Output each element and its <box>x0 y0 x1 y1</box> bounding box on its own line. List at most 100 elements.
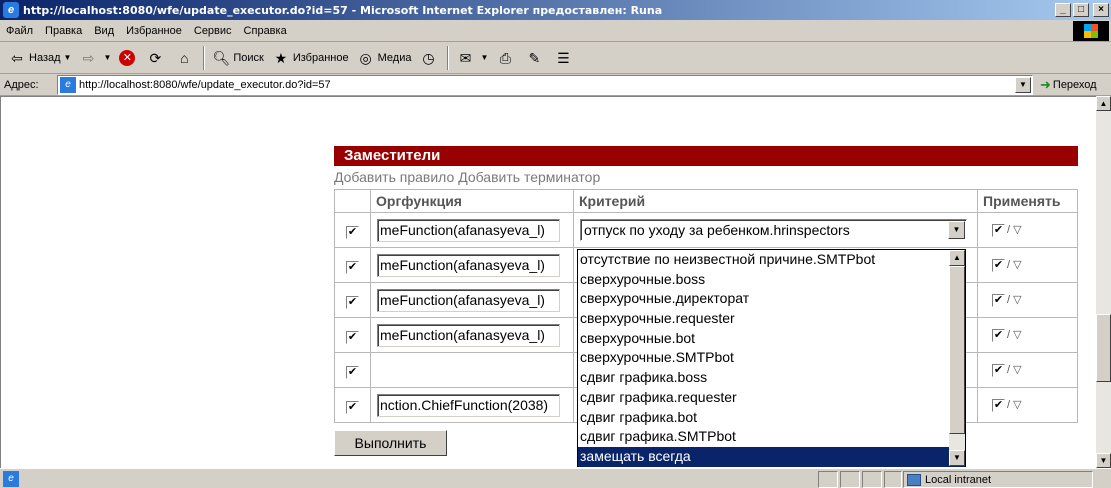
chevron-down-icon[interactable]: ▼ <box>64 53 72 62</box>
security-zone: Local intranet <box>903 471 1093 488</box>
go-label: Переход <box>1052 79 1097 91</box>
page-scrollbar[interactable]: ▲ ▼ <box>1096 96 1111 468</box>
mail-icon: ✉ <box>459 49 472 66</box>
minimize-button[interactable]: _ <box>1055 3 1071 17</box>
mail-button[interactable]: ✉ ▼ <box>452 45 492 71</box>
close-button[interactable]: × <box>1093 3 1109 17</box>
apply-mark: / ▽ <box>1007 294 1022 306</box>
menu-view[interactable]: Вид <box>88 25 120 37</box>
address-input[interactable]: e http://localhost:8080/wfe/update_execu… <box>57 75 1033 95</box>
toolbar: ⇦ Назад ▼ ⇨ ▼ ✕ ⟳ ⌂ 🔍︎ Поиск ★ Избранное… <box>0 42 1111 74</box>
page-status-icon: e <box>3 470 19 487</box>
favorites-label: Избранное <box>292 51 349 64</box>
chevron-down-icon[interactable]: ▼ <box>103 53 111 62</box>
print-button[interactable]: ⎙ <box>492 45 521 71</box>
chevron-down-icon[interactable]: ▼ <box>948 221 965 239</box>
orgfunction-field[interactable]: meFunction(afanasyeva_l) <box>377 288 560 312</box>
add-terminator-link[interactable]: Добавить терминатор <box>458 169 600 185</box>
address-dropdown-icon[interactable]: ▼ <box>1015 77 1031 93</box>
dropdown-option[interactable]: сдвиг графика.boss <box>578 368 965 388</box>
apply-checkbox[interactable]: ✔ <box>992 259 1005 272</box>
table-row: ✔ meFunction(afanasyeva_l) отпуск по ухо… <box>334 212 1078 248</box>
orgfunction-field[interactable]: meFunction(afanasyeva_l) <box>377 323 560 347</box>
forward-arrow-icon: ⇨ <box>82 49 95 66</box>
dropdown-option[interactable]: сверхурочные.директорат <box>578 289 965 309</box>
scroll-down-icon[interactable]: ▼ <box>949 450 965 466</box>
scroll-up-icon[interactable]: ▲ <box>949 250 965 266</box>
ie-icon: e <box>3 2 19 18</box>
dropdown-option[interactable]: сдвиг графика.requester <box>578 388 965 408</box>
row-checkbox[interactable]: ✔ <box>346 295 359 309</box>
media-label: Медиа <box>377 51 412 64</box>
windows-logo-icon <box>1073 21 1109 41</box>
row-checkbox[interactable]: ✔ <box>346 400 359 414</box>
dropdown-option[interactable]: сверхурочные.boss <box>578 270 965 290</box>
apply-checkbox[interactable]: ✔ <box>992 399 1005 412</box>
apply-mark: / ▽ <box>1007 224 1022 236</box>
history-icon: ◷ <box>422 49 435 66</box>
dropdown-option[interactable]: сдвиг графика.bot <box>578 408 965 428</box>
row-checkbox[interactable]: ✔ <box>346 225 359 239</box>
discuss-button[interactable]: ☰ <box>550 45 579 71</box>
dropdown-scrollbar[interactable]: ▲ ▼ <box>949 250 965 466</box>
status-panel <box>818 471 838 488</box>
menu-edit[interactable]: Правка <box>39 25 88 37</box>
row-checkbox[interactable]: ✔ <box>346 365 359 379</box>
edit-button[interactable]: ✎ <box>521 45 550 71</box>
criterion-dropdown-list[interactable]: отсутствие по неизвестной причине.SMTPbo… <box>577 249 966 467</box>
go-arrow-icon: ➜ <box>1040 77 1051 92</box>
stop-button[interactable]: ✕ <box>115 45 142 71</box>
menu-favorites[interactable]: Избранное <box>120 25 188 37</box>
apply-mark: / ▽ <box>1007 259 1022 271</box>
dropdown-option[interactable]: сверхурочные.requester <box>578 309 965 329</box>
action-links: Добавить правило Добавить терминатор <box>334 169 600 185</box>
go-button[interactable]: ➜ Переход <box>1040 77 1097 93</box>
row-checkbox[interactable]: ✔ <box>346 260 359 274</box>
menu-file[interactable]: Файл <box>0 25 39 37</box>
refresh-button[interactable]: ⟳ <box>142 45 171 71</box>
favorites-button[interactable]: ★ Избранное <box>268 45 353 71</box>
status-panel <box>862 471 882 488</box>
apply-mark: / ▽ <box>1007 329 1022 341</box>
dropdown-option[interactable]: сверхурочные.bot <box>578 329 965 349</box>
refresh-icon: ⟳ <box>149 49 162 66</box>
menu-help[interactable]: Справка <box>238 25 293 37</box>
submit-button[interactable]: Выполнить <box>334 430 447 456</box>
dropdown-scroll-thumb[interactable] <box>949 266 965 434</box>
apply-checkbox[interactable]: ✔ <box>992 294 1005 307</box>
orgfunction-field[interactable]: nction.ChiefFunction(2038) <box>377 393 560 417</box>
apply-checkbox[interactable]: ✔ <box>992 364 1005 377</box>
orgfunction-field[interactable]: meFunction(afanasyeva_l) <box>377 218 560 242</box>
scroll-down-icon[interactable]: ▼ <box>1096 453 1111 468</box>
window-title: http://localhost:8080/wfe/update_executo… <box>23 3 663 17</box>
dropdown-option-highlighted[interactable]: замещать всегда <box>578 446 965 467</box>
column-header-criterion: Критерий <box>573 189 978 213</box>
edit-icon: ✎ <box>528 49 541 66</box>
apply-checkbox[interactable]: ✔ <box>992 224 1005 237</box>
stop-icon: ✕ <box>119 49 136 66</box>
forward-button[interactable]: ⇨ ▼ <box>75 45 115 71</box>
menu-tools[interactable]: Сервис <box>188 25 238 37</box>
orgfunction-field[interactable]: meFunction(afanasyeva_l) <box>377 253 560 277</box>
criterion-select[interactable]: отпуск по уходу за ребенком.hrinspectors… <box>580 219 967 241</box>
dropdown-option[interactable]: сдвиг графика.SMTPbot <box>578 427 965 447</box>
dropdown-option[interactable]: сверхурочные.SMTPbot <box>578 348 965 368</box>
dropdown-option[interactable]: отсутствие по неизвестной причине.SMTPbo… <box>578 250 965 270</box>
chevron-down-icon[interactable]: ▼ <box>480 53 488 62</box>
history-button[interactable]: ◷ <box>415 45 444 71</box>
page-content: Заместители Добавить правило Добавить те… <box>0 96 1096 468</box>
row-checkbox[interactable]: ✔ <box>346 330 359 344</box>
page-scroll-thumb[interactable] <box>1096 314 1111 382</box>
home-button[interactable]: ⌂ <box>171 45 200 71</box>
media-button[interactable]: ◎ Медиа <box>353 45 416 71</box>
scroll-up-icon[interactable]: ▲ <box>1096 96 1111 111</box>
title-bar: e http://localhost:8080/wfe/update_execu… <box>0 0 1111 20</box>
status-panel <box>884 471 902 488</box>
maximize-button[interactable]: □ <box>1073 3 1089 17</box>
search-icon: 🔍︎ <box>212 49 231 66</box>
search-button[interactable]: 🔍︎ Поиск <box>208 45 267 71</box>
apply-checkbox[interactable]: ✔ <box>992 329 1005 342</box>
add-rule-link[interactable]: Добавить правило <box>334 169 454 185</box>
back-button[interactable]: ⇦ Назад ▼ <box>4 45 75 71</box>
status-bar: e Local intranet <box>0 468 1111 488</box>
